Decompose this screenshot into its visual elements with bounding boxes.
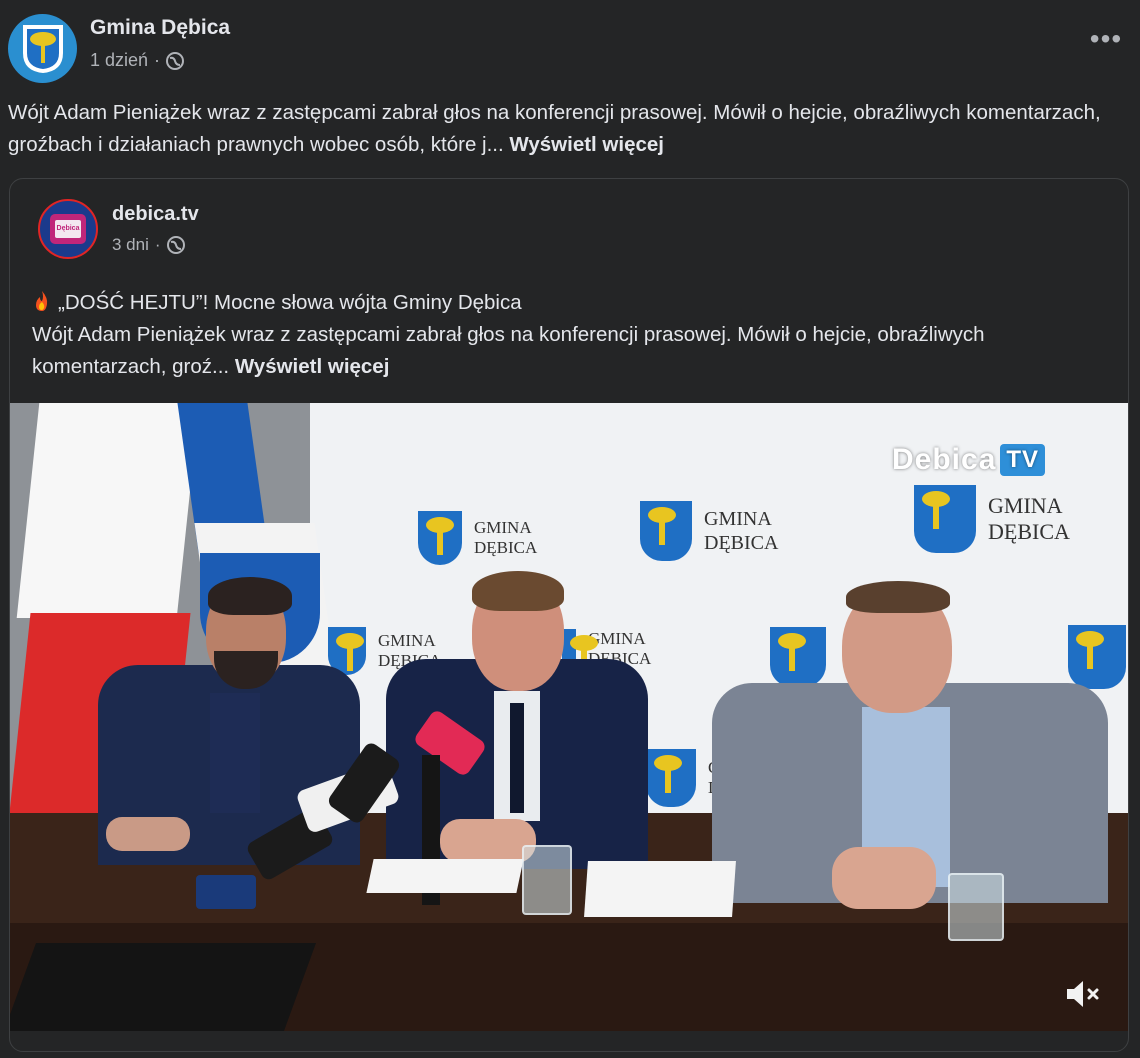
shared-post-time[interactable]: 3 dni — [112, 235, 149, 255]
crest-icon — [1068, 625, 1126, 689]
post-header: Gmina Dębica 1 dzień · ••• — [8, 14, 1132, 84]
shared-post-title-line: „DOŚĆ HEJTU”! Mocne słowa wójta Gminy Dę… — [32, 287, 1112, 319]
shared-post-title: „DOŚĆ HEJTU”! Mocne słowa wójta Gminy Dę… — [58, 291, 522, 314]
backdrop-logo: GMINADĘBICA — [914, 485, 1070, 553]
backdrop-text: DĘBICA — [474, 538, 538, 557]
post-time[interactable]: 1 dzień — [90, 50, 148, 71]
see-more-link[interactable]: Wyświetl więcej — [509, 133, 664, 156]
shared-post[interactable]: Dębica debica.tv 3 dni · „DOŚĆ HEJTU”! M… — [9, 178, 1129, 1052]
video-player[interactable]: GMINA DĘBICA GMINA DĘBICA GMINA DĘBICA GMIN… — [10, 403, 1128, 1031]
post-meta: 1 dzień · — [90, 50, 185, 71]
backdrop-text: GMINA — [378, 631, 436, 650]
shared-post-text: „DOŚĆ HEJTU”! Mocne słowa wójta Gminy Dę… — [32, 287, 1112, 383]
water-glass — [948, 873, 1004, 941]
video-watermark: Debica TV — [892, 443, 1046, 477]
backdrop-logo: GMINADĘBICA — [640, 501, 778, 561]
page-name[interactable]: Gmina Dębica — [90, 16, 230, 40]
globe-icon — [166, 51, 185, 70]
shared-page-avatar[interactable]: Dębica — [38, 199, 98, 259]
shared-page-name[interactable]: debica.tv — [112, 203, 199, 226]
more-options-button[interactable]: ••• — [1084, 22, 1128, 66]
table-mat — [10, 943, 317, 1031]
post-text: Wójt Adam Pieniążek wraz z zastępcami za… — [8, 97, 1128, 161]
fire-emoji-icon — [36, 291, 48, 311]
backdrop-text: GMINA — [588, 629, 646, 648]
shared-post-body: Wójt Adam Pieniążek wraz z zastępcami za… — [32, 323, 985, 378]
document — [366, 859, 524, 893]
crest-icon — [418, 511, 462, 565]
crest-icon — [914, 485, 976, 553]
speaker-muted-icon — [1067, 981, 1099, 1007]
watermark-badge: TV — [1000, 444, 1046, 476]
backdrop-text: GMINA — [988, 493, 1063, 518]
globe-icon — [166, 236, 185, 254]
backdrop-text: DĘBICA — [704, 532, 779, 554]
water-glass — [522, 845, 572, 915]
crest-icon — [770, 627, 826, 687]
watermark-text: Debica — [892, 443, 997, 476]
backdrop-text: GMINA — [704, 508, 772, 530]
more-horizontal-icon: ••• — [1089, 23, 1123, 54]
page-avatar[interactable] — [8, 14, 77, 83]
polish-flag-white — [16, 403, 200, 618]
phone — [196, 875, 256, 909]
crest-icon — [640, 501, 692, 561]
mute-button[interactable] — [1064, 977, 1104, 1011]
crest-icon — [646, 749, 696, 807]
backdrop-text: DĘBICA — [988, 519, 1070, 544]
crest-icon — [22, 24, 63, 73]
shared-post-meta: 3 dni · — [112, 235, 185, 255]
document — [584, 861, 736, 917]
tv-logo-icon: Dębica — [50, 214, 86, 244]
shared-see-more-link[interactable]: Wyświetl więcej — [235, 355, 390, 378]
backdrop-logo: GMINADĘBICA — [418, 511, 537, 565]
backdrop-text: GMINA — [474, 518, 532, 537]
meta-separator: · — [154, 235, 161, 254]
meta-separator: · — [154, 50, 161, 70]
